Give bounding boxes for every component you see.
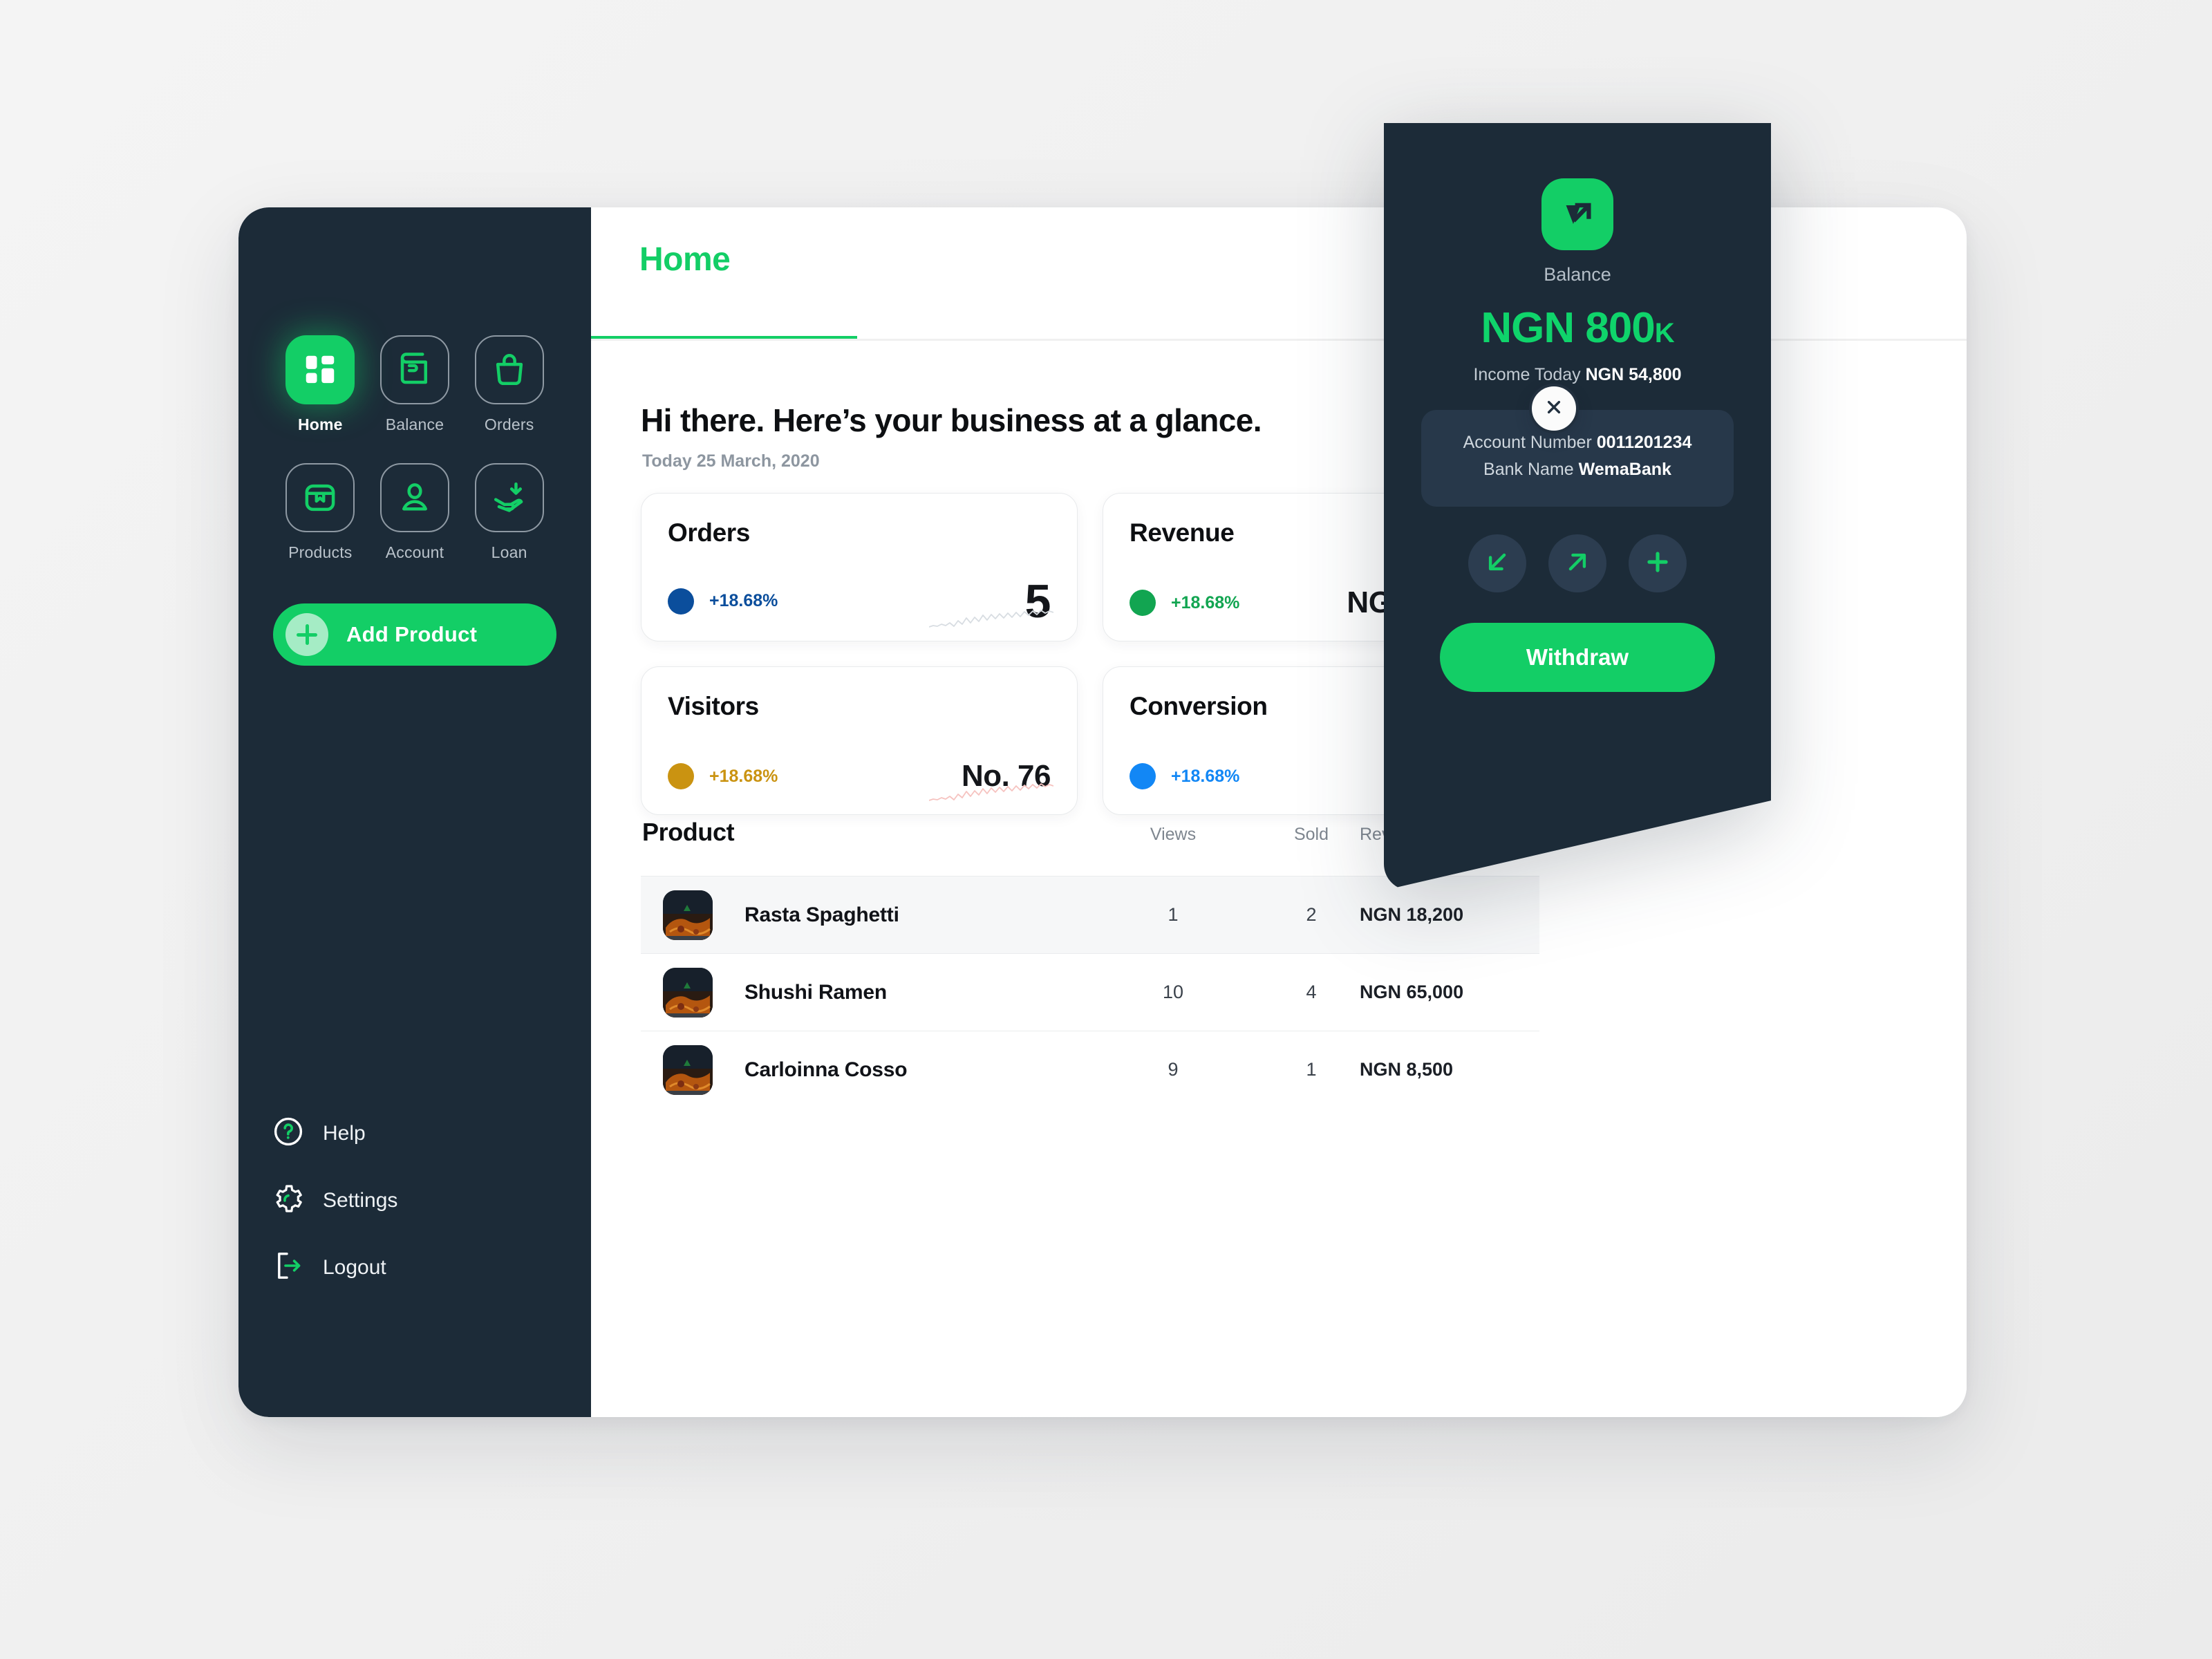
income-today: Income Today NGN 54,800 xyxy=(1473,365,1681,385)
account-number-value: 0011201234 xyxy=(1596,433,1692,452)
menu-item-label: Settings xyxy=(323,1188,398,1212)
date-line: Today 25 March, 2020 xyxy=(642,451,820,471)
stat-delta: +18.68% xyxy=(709,766,778,786)
product-thumbnail xyxy=(663,967,713,1018)
menu-item-label: Logout xyxy=(323,1255,386,1279)
bank-name-label: Bank Name xyxy=(1483,459,1579,479)
product-name: Shushi Ramen xyxy=(744,980,887,1004)
stat-delta: +18.68% xyxy=(1171,766,1240,786)
balance-amount-value: NGN 800 xyxy=(1481,304,1655,352)
question-circle-icon xyxy=(272,1115,305,1152)
bank-name-value: WemaBank xyxy=(1578,459,1671,479)
check-arrow-logo-icon xyxy=(1541,178,1613,250)
account-number-row: Account Number 0011201234 xyxy=(1421,429,1734,456)
product-views: 1 xyxy=(1168,904,1179,925)
stat-card-visitors[interactable]: Visitors +18.68% No. 76 xyxy=(641,666,1078,815)
status-dot xyxy=(1130,590,1156,616)
product-sold: 1 xyxy=(1306,1059,1317,1080)
close-x-icon xyxy=(1542,395,1566,422)
sidebar-item-loan[interactable]: Loan xyxy=(474,463,544,562)
arrow-up-right-icon xyxy=(1562,547,1593,579)
table-row[interactable]: Carloinna Cosso 9 1 NGN 8,500 xyxy=(641,1031,1539,1108)
sidebar-item-label: Account xyxy=(385,543,444,561)
product-views: 10 xyxy=(1162,982,1184,1002)
column-header-views: Views xyxy=(1150,825,1197,844)
sidebar-item-label: Orders xyxy=(484,415,534,433)
arrow-down-left-icon xyxy=(1482,547,1512,579)
menu-item-help[interactable]: Help xyxy=(272,1115,591,1152)
product-revenue: NGN 8,500 xyxy=(1360,1059,1454,1080)
receive-button[interactable] xyxy=(1468,534,1526,592)
add-product-label: Add Product xyxy=(346,622,478,646)
plus-icon xyxy=(285,613,328,656)
sidebar-bottom-menu: Help Settings Logout xyxy=(238,1115,591,1417)
sidebar-item-products[interactable]: Products xyxy=(285,463,355,562)
stat-delta: +18.68% xyxy=(1171,592,1240,612)
shopping-bag-icon xyxy=(474,335,544,404)
sidebar-item-label: Balance xyxy=(385,415,444,433)
add-product-button[interactable]: Add Product xyxy=(273,603,556,666)
sidebar-item-label: Home xyxy=(297,415,343,433)
logout-arrow-icon xyxy=(272,1249,305,1286)
bank-name-row: Bank Name WemaBank xyxy=(1421,456,1734,483)
balance-panel: Balance NGN 800K Income Today NGN 54,800… xyxy=(1384,123,1771,890)
plus-icon xyxy=(1642,547,1673,579)
sidebar-item-account[interactable]: Account xyxy=(379,463,449,562)
dashboard-grid-icon xyxy=(285,335,355,404)
screen: Home Balance Orders Products Account Loa… xyxy=(0,0,2212,1659)
sidebar-item-label: Products xyxy=(288,543,353,561)
product-thumbnail xyxy=(663,890,713,940)
sidebar-nav: Home Balance Orders Products Account Loa… xyxy=(238,335,591,562)
sparkline-chart xyxy=(929,610,1053,628)
status-dot xyxy=(1130,763,1156,789)
balance-action-buttons xyxy=(1468,534,1687,592)
table-row[interactable]: Shushi Ramen 10 4 NGN 65,000 xyxy=(641,953,1539,1031)
gear-icon xyxy=(272,1182,305,1219)
column-header-product: Product xyxy=(642,818,735,846)
account-details-box: Account Number 0011201234 Bank Name Wema… xyxy=(1421,410,1734,507)
product-sold: 2 xyxy=(1306,904,1317,925)
account-number-label: Account Number xyxy=(1463,433,1597,452)
balance-amount: NGN 800K xyxy=(1481,303,1674,353)
product-thumbnail xyxy=(663,1044,713,1095)
status-dot xyxy=(668,588,694,615)
menu-item-label: Help xyxy=(323,1121,366,1145)
sidebar: Home Balance Orders Products Account Loa… xyxy=(238,207,591,1417)
add-button[interactable] xyxy=(1629,534,1687,592)
sidebar-item-orders[interactable]: Orders xyxy=(474,335,544,434)
product-name: Rasta Spaghetti xyxy=(744,903,899,926)
stat-card-title: Visitors xyxy=(668,692,759,720)
wallet-icon xyxy=(379,335,449,404)
product-name: Carloinna Cosso xyxy=(744,1058,908,1081)
sparkline-chart xyxy=(929,783,1053,801)
withdraw-button[interactable]: Withdraw xyxy=(1440,622,1715,692)
sidebar-item-label: Loan xyxy=(491,543,527,561)
stat-card-orders[interactable]: Orders +18.68% 5 xyxy=(641,493,1078,641)
page-title: Hi there. Here’s your business at a glan… xyxy=(641,402,1262,438)
menu-item-logout[interactable]: Logout xyxy=(272,1249,591,1286)
hand-receive-icon xyxy=(474,463,544,532)
sidebar-item-home[interactable]: Home xyxy=(285,335,355,434)
menu-item-settings[interactable]: Settings xyxy=(272,1182,591,1219)
send-button[interactable] xyxy=(1548,534,1606,592)
income-today-label: Income Today xyxy=(1473,365,1586,384)
close-button[interactable] xyxy=(1529,384,1579,433)
stat-card-title: Orders xyxy=(668,518,750,547)
status-dot xyxy=(668,763,694,789)
product-revenue: NGN 18,200 xyxy=(1360,904,1464,925)
column-header-sold: Sold xyxy=(1293,825,1329,844)
income-today-value: NGN 54,800 xyxy=(1585,365,1682,384)
product-revenue: NGN 65,000 xyxy=(1360,982,1464,1002)
balance-label: Balance xyxy=(1544,264,1611,285)
product-sold: 4 xyxy=(1306,982,1317,1002)
product-views: 9 xyxy=(1168,1059,1179,1080)
sidebar-item-balance[interactable]: Balance xyxy=(379,335,449,434)
balance-amount-suffix: K xyxy=(1654,318,1675,348)
package-box-icon xyxy=(285,463,355,532)
stat-delta: +18.68% xyxy=(709,591,778,611)
tab-home[interactable]: Home xyxy=(639,241,731,279)
user-person-icon xyxy=(379,463,449,532)
